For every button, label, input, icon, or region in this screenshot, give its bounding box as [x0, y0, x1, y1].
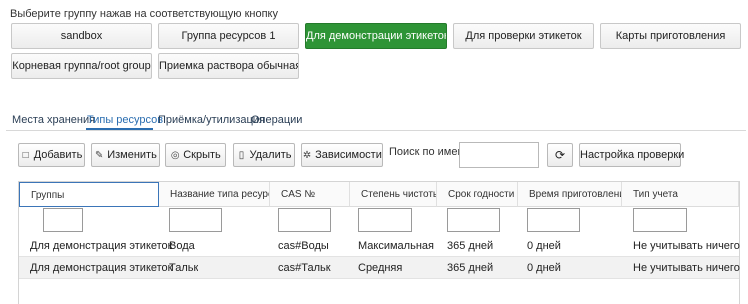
tab-storage-places[interactable]: Места хранения [12, 114, 95, 126]
cell-prep-time: 0 дней [527, 262, 561, 274]
search-input[interactable] [459, 142, 539, 168]
add-button[interactable]: □ Добавить [18, 143, 85, 167]
delete-button[interactable]: ▯ Удалить [233, 143, 295, 167]
gear-icon: ✲ [302, 150, 312, 161]
check-settings-button[interactable]: Настройка проверки [579, 143, 684, 167]
cell-purity: Средняя [358, 262, 403, 274]
group-button-root[interactable]: Корневая группа/root group [11, 53, 152, 79]
column-header-accounting-type[interactable]: Тип учета [622, 182, 739, 207]
column-header-cas[interactable]: CAS № [270, 182, 350, 207]
filter-prep-time[interactable] [527, 208, 580, 232]
group-button-resources-1[interactable]: Группа ресурсов 1 [158, 23, 299, 49]
dependencies-button-label: Зависимости [315, 149, 382, 161]
tabs-divider [6, 130, 746, 131]
cell-shelf-life: 365 дней [447, 262, 494, 274]
cell-type-name: Тальк [169, 262, 199, 274]
dependencies-button[interactable]: ✲ Зависимости [301, 143, 383, 167]
cell-accounting-type: Не учитывать ничего [633, 262, 740, 274]
edit-button-label: Изменить [107, 149, 157, 161]
tab-intake-disposal[interactable]: Приёмка/утилизация [158, 114, 265, 126]
search-label: Поиск по имени [389, 146, 470, 158]
trash-icon: ▯ [238, 150, 245, 161]
column-header-purity[interactable]: Степень чистоты [350, 182, 437, 207]
file-icon: □ [22, 150, 29, 161]
group-button-sandbox[interactable]: sandbox [11, 23, 152, 49]
filter-row [19, 207, 739, 235]
add-button-label: Добавить [33, 149, 83, 161]
filter-shelf-life[interactable] [447, 208, 500, 232]
column-header-prep-time[interactable]: Время приготовления [518, 182, 622, 207]
cell-purity: Максимальная [358, 240, 434, 252]
eye-slash-icon: ◎ [170, 150, 180, 161]
table-row[interactable]: Для демонстрация этикеток Тальк cas#Таль… [19, 257, 740, 279]
cell-cas: cas#Воды [278, 240, 329, 252]
hide-button-label: Скрыть [183, 149, 221, 161]
edit-button[interactable]: ✎ Изменить [91, 143, 160, 167]
cell-group: Для демонстрация этикеток [30, 262, 173, 274]
group-button-solution-intake[interactable]: Приемка раствора обычная [158, 53, 299, 79]
tab-resource-types[interactable]: Типы ресурсов [87, 114, 163, 126]
filter-purity[interactable] [358, 208, 412, 232]
group-button-label-check[interactable]: Для проверки этикеток [453, 23, 594, 49]
group-button-prep-cards[interactable]: Карты приготовления [600, 23, 741, 49]
cell-group: Для демонстрация этикеток [30, 240, 173, 252]
cell-type-name: Вода [169, 240, 195, 252]
filter-accounting-type[interactable] [633, 208, 687, 232]
reset-search-button[interactable]: ⟳ [547, 143, 573, 167]
column-header-groups[interactable]: Группы [19, 182, 159, 207]
pencil-icon: ✎ [94, 150, 104, 161]
cell-prep-time: 0 дней [527, 240, 561, 252]
column-header-type-name[interactable]: Название типа ресурса [159, 182, 270, 207]
cell-accounting-type: Не учитывать ничего [633, 240, 740, 252]
filter-type-name[interactable] [169, 208, 222, 232]
filter-groups[interactable] [43, 208, 83, 232]
table-row[interactable]: Для демонстрация этикеток Вода cas#Воды … [19, 235, 740, 257]
group-button-label-demo[interactable]: Для демонстрации этикеток [305, 23, 447, 49]
delete-button-label: Удалить [249, 149, 292, 161]
tab-operations[interactable]: Операции [251, 114, 302, 126]
column-header-shelf-life[interactable]: Срок годности [437, 182, 518, 207]
cell-cas: cas#Тальк [278, 262, 331, 274]
resource-types-table: Группы Название типа ресурса CAS № Степе… [18, 181, 740, 304]
filter-cas[interactable] [278, 208, 331, 232]
refresh-icon: ⟳ [554, 148, 566, 162]
cell-shelf-life: 365 дней [447, 240, 494, 252]
group-select-prompt: Выберите группу нажав на соответствующую… [10, 8, 278, 20]
hide-button[interactable]: ◎ Скрыть [165, 143, 226, 167]
